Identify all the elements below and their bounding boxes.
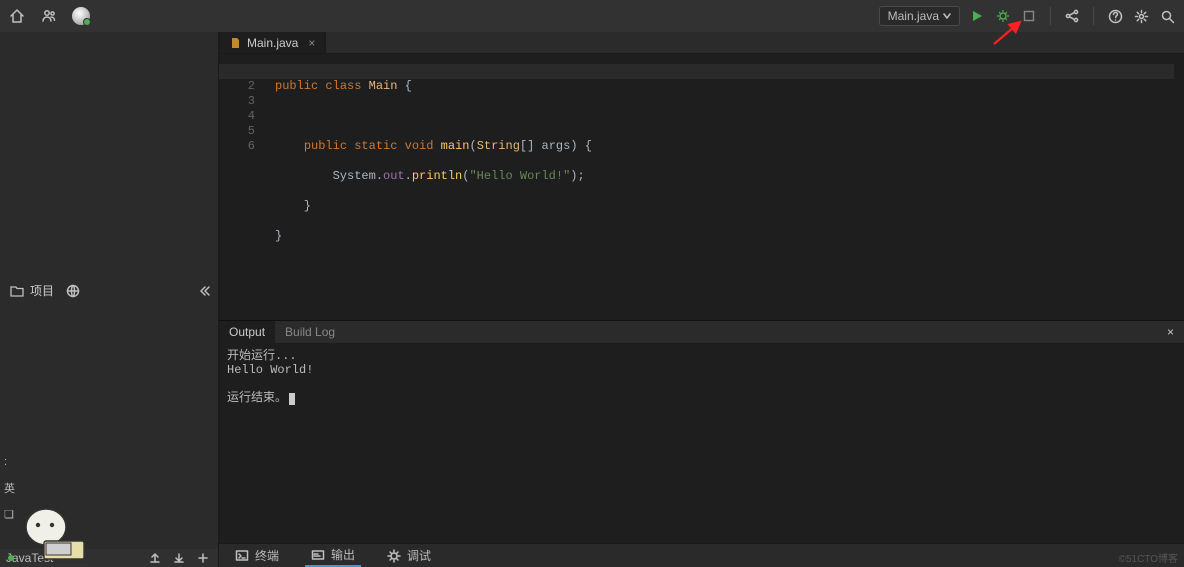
export-icon[interactable] [146, 549, 164, 567]
bottom-dock: 终端 输出 调试 [219, 543, 1184, 567]
people-icon[interactable] [40, 7, 58, 25]
globe-icon[interactable] [64, 282, 82, 300]
console-body[interactable]: 开始运行... Hello World! 运行结束。 [219, 343, 1184, 543]
avatar[interactable] [72, 7, 90, 25]
cursor [289, 393, 295, 405]
help-icon[interactable] [1106, 7, 1124, 25]
output-panel: Output Build Log × 开始运行... Hello World! … [219, 320, 1184, 567]
status-dot [8, 555, 14, 561]
editor-tab-main[interactable]: Main.java × [219, 32, 326, 53]
divider [1093, 7, 1094, 25]
run-config-selector[interactable]: Main.java [879, 6, 960, 26]
project-sidebar: 项目 JavaTest JavaTest [0, 32, 219, 567]
debug-icon[interactable] [994, 7, 1012, 25]
download-icon[interactable] [170, 549, 188, 567]
tab-label: Main.java [247, 36, 298, 50]
editor-area: Main.java × 1 2 3 4 5 6 public class Mai… [219, 32, 1184, 567]
chip-book[interactable]: ❏ [4, 508, 15, 521]
project-tree-header: JavaTest [0, 549, 218, 567]
current-line-highlight [219, 64, 1174, 79]
project-panel-header: 项目 [0, 32, 219, 549]
home-icon[interactable] [8, 7, 26, 25]
chip-lang[interactable]: 英 [4, 480, 15, 496]
project-tab-label: 项目 [30, 282, 54, 299]
close-output-icon[interactable]: × [1157, 321, 1184, 343]
search-icon[interactable] [1158, 7, 1176, 25]
stop-icon[interactable] [1020, 7, 1038, 25]
add-icon[interactable] [194, 549, 212, 567]
code-body[interactable]: public class Main { public static void m… [267, 54, 592, 320]
divider [1050, 7, 1051, 25]
dock-debug[interactable]: 调试 [381, 545, 437, 566]
run-config-label: Main.java [888, 9, 939, 23]
close-tab-icon[interactable]: × [308, 36, 315, 50]
output-tabs: Output Build Log × [219, 321, 1184, 343]
side-chips: : 英 ❏ [0, 456, 15, 521]
share-icon[interactable] [1063, 7, 1081, 25]
output-tab-output[interactable]: Output [219, 321, 275, 343]
run-icon[interactable] [968, 7, 986, 25]
dock-output[interactable]: 输出 [305, 544, 361, 567]
top-toolbar: Main.java [0, 0, 1184, 32]
editor-tabs: Main.java × [219, 32, 1184, 54]
output-tab-buildlog[interactable]: Build Log [275, 321, 345, 343]
code-editor[interactable]: 1 2 3 4 5 6 public class Main { public s… [219, 54, 1184, 320]
collapse-sidebar-icon[interactable] [195, 282, 213, 300]
line-gutter: 1 2 3 4 5 6 [219, 54, 267, 320]
chip-colon[interactable]: : [4, 456, 15, 468]
settings-gear-icon[interactable] [1132, 7, 1150, 25]
watermark: ©51CTO博客 [1119, 550, 1178, 565]
dock-terminal[interactable]: 终端 [229, 545, 285, 566]
